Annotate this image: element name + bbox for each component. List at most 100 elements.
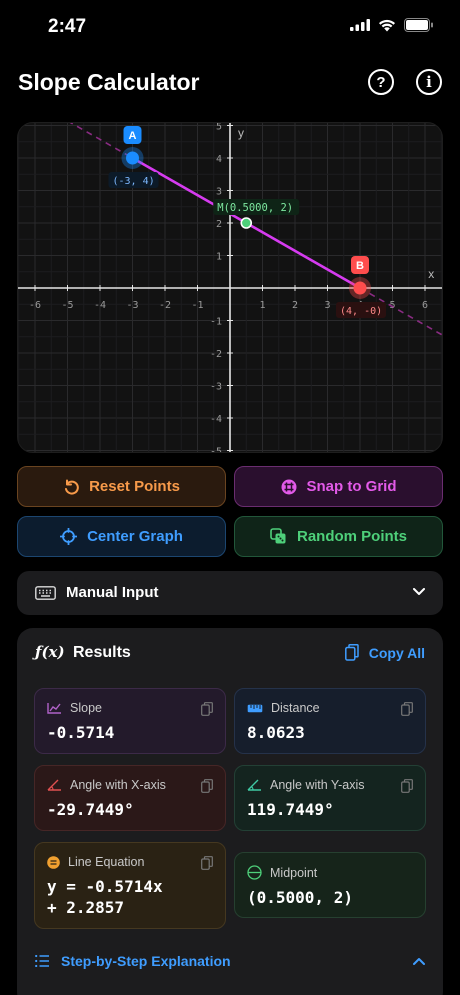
angle-y-card: Angle with Y-axis 119.7449°: [234, 765, 426, 831]
angle-icon: [247, 779, 261, 791]
x-tick-label: -1: [191, 300, 203, 311]
point-a-coords: (-3, 4): [108, 172, 159, 188]
y-tick-label: -2: [210, 349, 222, 360]
chevron-up-icon: [413, 958, 425, 965]
grid-circle-icon: [281, 479, 296, 494]
ruler-icon: [247, 704, 263, 712]
angle-x-card: Angle with X-axis -29.7449°: [34, 765, 226, 831]
help-button[interactable]: ?: [368, 69, 394, 95]
copy-all-label: Copy All: [368, 644, 425, 661]
random-points-label: Random Points: [296, 528, 407, 545]
chart-line-icon: [47, 703, 61, 714]
chevron-down-icon: [413, 588, 425, 595]
snap-to-grid-button[interactable]: Snap to Grid: [234, 466, 443, 507]
point-a[interactable]: [126, 151, 139, 165]
copy-distance-icon[interactable]: [401, 702, 413, 716]
midpoint-label-box: M(0.5000, 2): [213, 199, 300, 215]
line-equation-value: y = -0.5714x + 2.2857: [47, 876, 213, 918]
results-panel: ƒ(x) Results Copy All Slope -0.5714 Dist…: [17, 628, 443, 995]
x-tick-label: 6: [422, 300, 428, 311]
slope-value: -0.5714: [47, 723, 115, 742]
axes: [18, 123, 442, 452]
line-equation-label: Line Equation: [68, 855, 145, 869]
copy-equation-icon[interactable]: [201, 856, 213, 870]
point-b[interactable]: [353, 281, 367, 295]
random-points-button[interactable]: Random Points: [234, 516, 443, 557]
x-tick-label: 3: [324, 300, 330, 311]
battery-icon: [404, 18, 433, 32]
list-icon: [35, 955, 49, 967]
reset-points-button[interactable]: Reset Points: [17, 466, 226, 507]
y-tick-label: 1: [216, 252, 222, 263]
center-graph-button[interactable]: Center Graph: [17, 516, 226, 557]
x-tick-label: -4: [94, 300, 106, 311]
status-bar: 2:47: [0, 0, 460, 52]
y-tick-label: 5: [216, 123, 222, 133]
copy-angle-x-icon[interactable]: [201, 779, 213, 793]
signal-icon: [350, 19, 370, 31]
point-b-coord-text: (4, -0): [340, 306, 382, 317]
midpoint-label: M(0.5000, 2): [217, 202, 293, 214]
point-b-badge: B: [351, 256, 369, 274]
wifi-icon: [379, 19, 395, 31]
step-by-step-label: Step-by-Step Explanation: [61, 953, 231, 969]
target-circle-icon: [247, 865, 262, 880]
line-equation-card: Line Equation y = -0.5714x + 2.2857: [34, 842, 226, 929]
x-axis-label: x: [428, 267, 434, 281]
x-tick-label: -5: [61, 300, 73, 311]
y-tick-label: -5: [210, 447, 222, 454]
slope-label: Slope: [70, 701, 102, 715]
reset-arrow-icon: [65, 479, 79, 495]
point-a-badge: A: [123, 126, 142, 144]
app-header: Slope Calculator ? i: [18, 66, 442, 100]
point-a-label: A: [129, 130, 137, 142]
y-axis-label: y: [238, 126, 244, 140]
function-icon: ƒ(x): [35, 643, 65, 661]
midpoint-result-label: Midpoint: [270, 865, 318, 880]
distance-card: Distance 8.0623: [234, 688, 426, 754]
snap-to-grid-label: Snap to Grid: [306, 478, 397, 495]
manual-input-toggle[interactable]: Manual Input: [17, 571, 443, 615]
coordinate-graph[interactable]: -6-5-4-3-2-112345654321-1-2-3-4-5 A (-3,…: [17, 122, 443, 453]
results-title: Results: [73, 644, 131, 661]
info-circle-icon: i: [426, 73, 432, 91]
x-tick-label: -3: [126, 300, 138, 311]
y-tick-label: -4: [210, 414, 222, 425]
keyboard-icon: [35, 586, 56, 600]
copy-icon: [344, 644, 359, 661]
angle-x-label: Angle with X-axis: [70, 778, 166, 792]
angle-y-label: Angle with Y-axis: [270, 778, 365, 792]
step-by-step-toggle[interactable]: Step-by-Step Explanation: [35, 950, 425, 974]
distance-value: 8.0623: [247, 723, 305, 742]
y-tick-label: 4: [216, 154, 222, 165]
x-tick-label: -2: [159, 300, 171, 311]
crosshair-icon: [60, 528, 78, 545]
line-equation-line2: + 2.2857: [47, 898, 125, 917]
status-icons: [350, 18, 434, 32]
manual-input-label: Manual Input: [66, 584, 159, 601]
midpoint-value: (0.5000, 2): [247, 888, 353, 907]
y-tick-label: 2: [216, 219, 222, 230]
point-b-label: B: [356, 260, 364, 272]
copy-all-button[interactable]: Copy All: [344, 644, 425, 661]
y-tick-label: -3: [210, 382, 222, 393]
reset-points-label: Reset Points: [89, 478, 180, 495]
line-equation-line1: y = -0.5714x: [47, 877, 163, 896]
status-time: 2:47: [48, 16, 87, 37]
page-title: Slope Calculator: [18, 69, 200, 95]
equals-circle-icon: [47, 855, 60, 869]
info-button[interactable]: i: [416, 69, 442, 95]
dice-icon: [270, 528, 286, 544]
angle-y-value: 119.7449°: [247, 800, 334, 819]
copy-slope-icon[interactable]: [201, 702, 213, 716]
x-tick-label: -6: [29, 300, 41, 311]
midpoint-dot: [240, 217, 253, 229]
y-tick-label: -1: [210, 317, 222, 328]
y-tick-label: 3: [216, 187, 222, 198]
x-tick-label: 2: [292, 300, 298, 311]
copy-angle-y-icon[interactable]: [401, 779, 413, 793]
question-circle-icon: ?: [376, 73, 386, 91]
angle-icon: [47, 779, 61, 791]
center-graph-label: Center Graph: [87, 528, 183, 545]
angle-x-value: -29.7449°: [47, 800, 134, 819]
